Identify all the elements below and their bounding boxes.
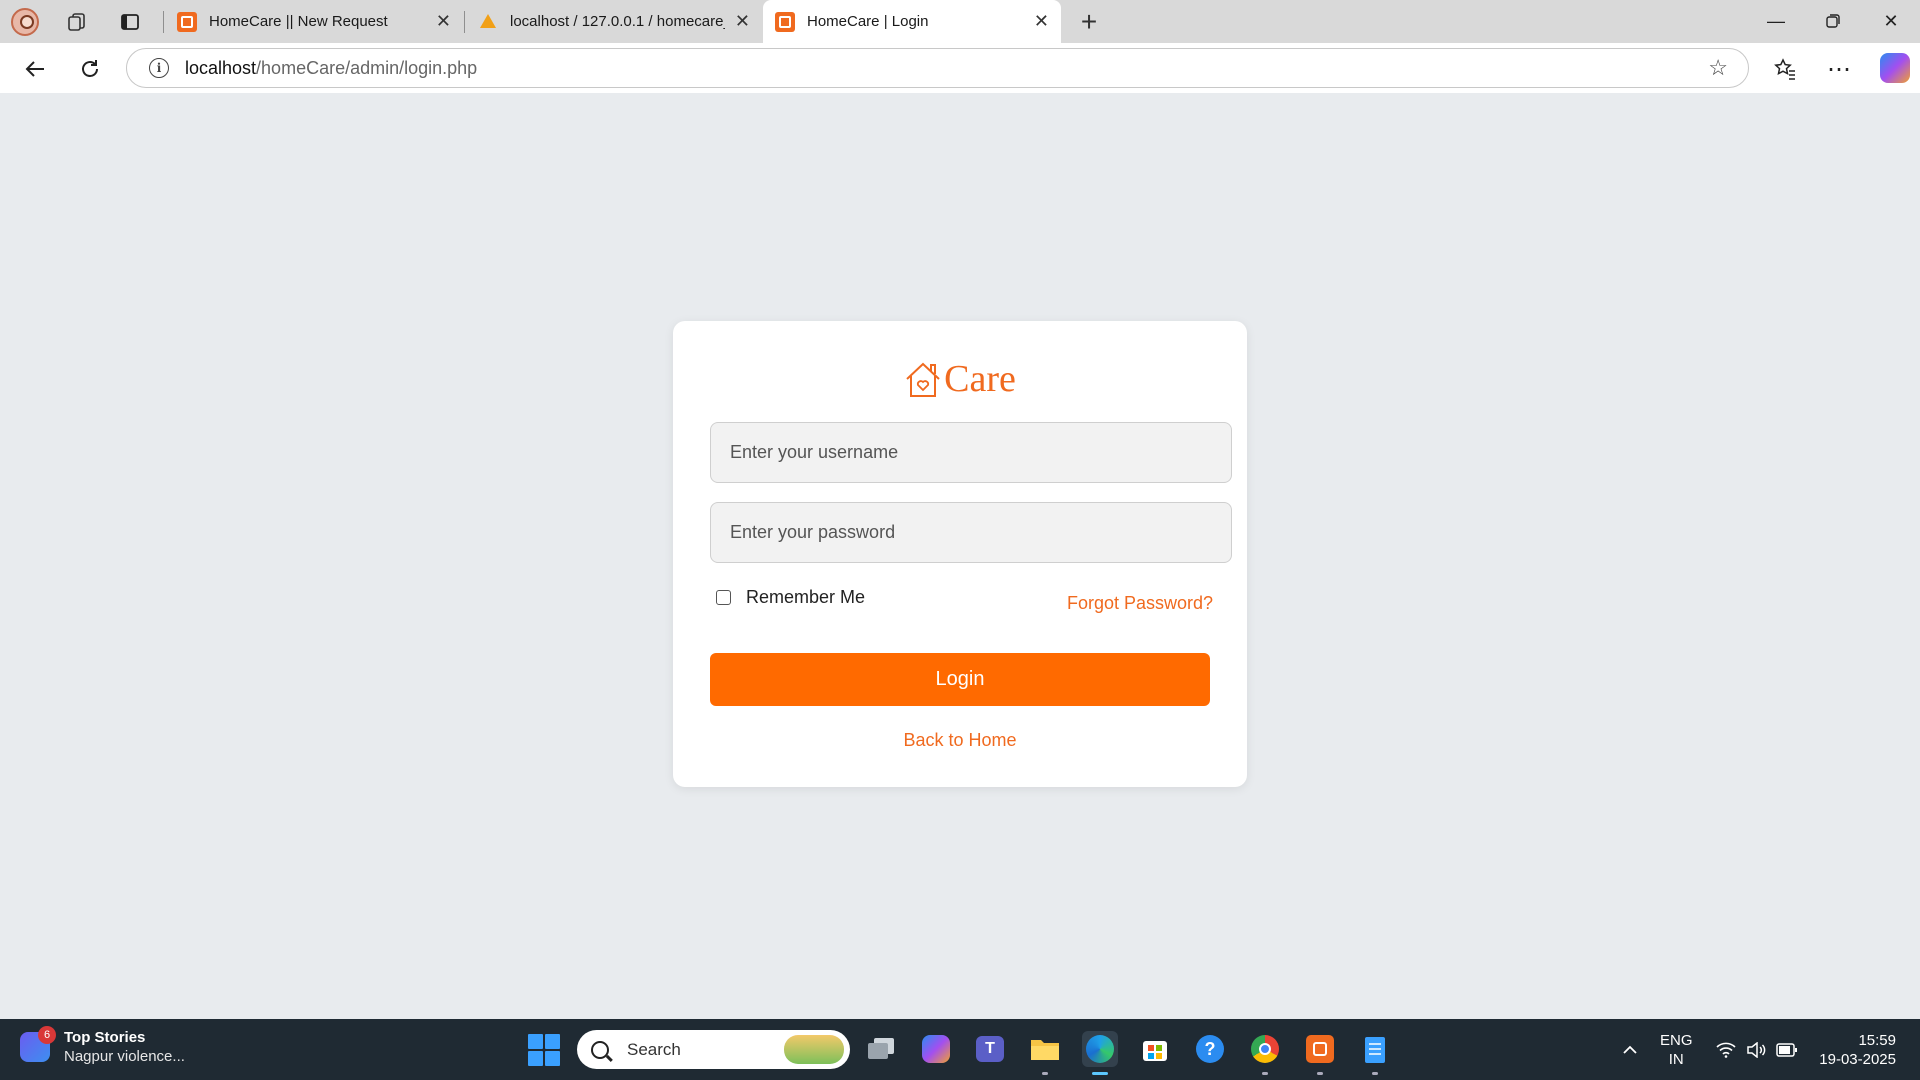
xampp-icon	[177, 11, 197, 32]
browser-tab-strip: HomeCare || New Request ✕ localhost / 12…	[0, 0, 1920, 43]
system-clock[interactable]: 15:59 19-03-2025	[1818, 1019, 1896, 1080]
page-content: Care Remember Me Forgot Password? Login …	[3, 93, 1917, 1019]
clock-date: 19-03-2025	[1819, 1050, 1896, 1068]
username-input[interactable]	[710, 422, 1232, 483]
tab-title: HomeCare | Login	[807, 13, 929, 30]
running-indicator	[1372, 1072, 1378, 1075]
notepad-icon[interactable]	[1357, 1031, 1393, 1075]
xampp-icon	[775, 11, 795, 32]
brand-logo: Care	[673, 357, 1247, 401]
running-indicator	[1042, 1072, 1048, 1075]
profile-avatar[interactable]	[9, 6, 41, 38]
search-label: Search	[627, 1039, 681, 1059]
house-heart-icon	[906, 362, 940, 397]
language-code: ENG	[1660, 1031, 1693, 1049]
tab-login[interactable]: HomeCare | Login ✕	[763, 0, 1061, 43]
teams-icon[interactable]: T	[972, 1031, 1008, 1067]
news-title: Top Stories	[64, 1029, 146, 1046]
window-close-icon[interactable]: ✕	[1868, 6, 1914, 36]
close-icon[interactable]: ✕	[735, 11, 750, 32]
widgets-icon: 6	[20, 1026, 56, 1062]
phpmyadmin-icon	[478, 12, 498, 32]
help-icon[interactable]: ?	[1192, 1031, 1228, 1067]
back-arrow-icon[interactable]	[18, 52, 52, 86]
windows-start-icon[interactable]	[528, 1034, 560, 1066]
running-indicator	[1317, 1072, 1323, 1075]
tab-actions-icon[interactable]	[114, 6, 146, 38]
news-widget[interactable]: 6 Top Stories Nagpur violence...	[20, 1026, 185, 1065]
xampp-app-icon[interactable]	[1302, 1031, 1338, 1075]
edge-icon[interactable]	[1082, 1031, 1118, 1075]
minimize-icon[interactable]: —	[1753, 6, 1799, 36]
password-input[interactable]	[710, 502, 1232, 563]
remember-me-label: Remember Me	[746, 587, 866, 607]
more-options-icon[interactable]: ⋯	[1822, 52, 1856, 86]
close-icon[interactable]: ✕	[436, 11, 451, 32]
back-to-home-link[interactable]: Back to Home	[673, 730, 1247, 751]
search-highlight-image	[784, 1035, 844, 1064]
tab-phpmyadmin[interactable]: localhost / 127.0.0.1 / homecare_c ✕	[466, 0, 762, 43]
address-bar[interactable]: i localhost/homeCare/admin/login.php ☆	[126, 48, 1749, 88]
avatar-icon	[11, 8, 39, 36]
active-indicator	[1092, 1072, 1108, 1075]
windows-taskbar: 6 Top Stories Nagpur violence... Search …	[0, 1019, 1920, 1080]
favorite-star-icon[interactable]: ☆	[1708, 55, 1728, 81]
site-info-icon[interactable]: i	[149, 58, 169, 78]
login-card: Care Remember Me Forgot Password? Login …	[673, 321, 1247, 787]
search-icon	[591, 1040, 609, 1059]
tab-title: localhost / 127.0.0.1 / homecare_c	[510, 13, 725, 30]
taskbar-search[interactable]: Search	[577, 1030, 850, 1069]
copilot-app-icon[interactable]	[918, 1031, 954, 1067]
url-path: /homeCare/admin/login.php	[256, 57, 478, 78]
url-host: localhost	[185, 57, 257, 78]
tab-separator	[464, 11, 465, 33]
wifi-icon[interactable]	[1716, 1019, 1736, 1080]
workspaces-icon[interactable]	[61, 6, 93, 38]
battery-icon[interactable]	[1776, 1019, 1798, 1080]
show-hidden-icons-icon[interactable]	[1622, 1019, 1638, 1080]
running-indicator	[1262, 1072, 1268, 1075]
login-button[interactable]: Login	[710, 653, 1210, 706]
language-indicator[interactable]: ENG IN	[1660, 1019, 1693, 1080]
tab-new-request[interactable]: HomeCare || New Request ✕	[165, 0, 463, 43]
news-subtitle: Nagpur violence...	[64, 1048, 185, 1065]
favorites-icon[interactable]	[1768, 52, 1802, 86]
store-icon[interactable]	[1137, 1031, 1173, 1067]
volume-icon[interactable]	[1746, 1019, 1766, 1080]
chrome-icon[interactable]	[1247, 1031, 1283, 1075]
copilot-icon[interactable]	[1880, 53, 1910, 83]
forgot-password-link[interactable]: Forgot Password?	[1067, 593, 1213, 614]
clock-time: 15:59	[1858, 1031, 1896, 1049]
refresh-icon[interactable]	[73, 52, 107, 86]
tab-separator	[163, 11, 164, 33]
remember-me-checkbox[interactable]	[716, 590, 731, 605]
task-view-icon[interactable]	[863, 1031, 899, 1067]
new-tab-icon[interactable]: +	[1073, 6, 1105, 38]
file-explorer-icon[interactable]	[1027, 1031, 1063, 1075]
remember-me[interactable]: Remember Me	[716, 587, 865, 608]
language-region: IN	[1668, 1050, 1684, 1068]
restore-icon[interactable]	[1810, 6, 1856, 36]
tab-title: HomeCare || New Request	[209, 13, 388, 30]
brand-name: Care	[944, 358, 1016, 400]
browser-toolbar: i localhost/homeCare/admin/login.php ☆ ⋯	[0, 43, 1920, 93]
news-badge: 6	[38, 1026, 56, 1044]
close-icon[interactable]: ✕	[1034, 11, 1049, 32]
